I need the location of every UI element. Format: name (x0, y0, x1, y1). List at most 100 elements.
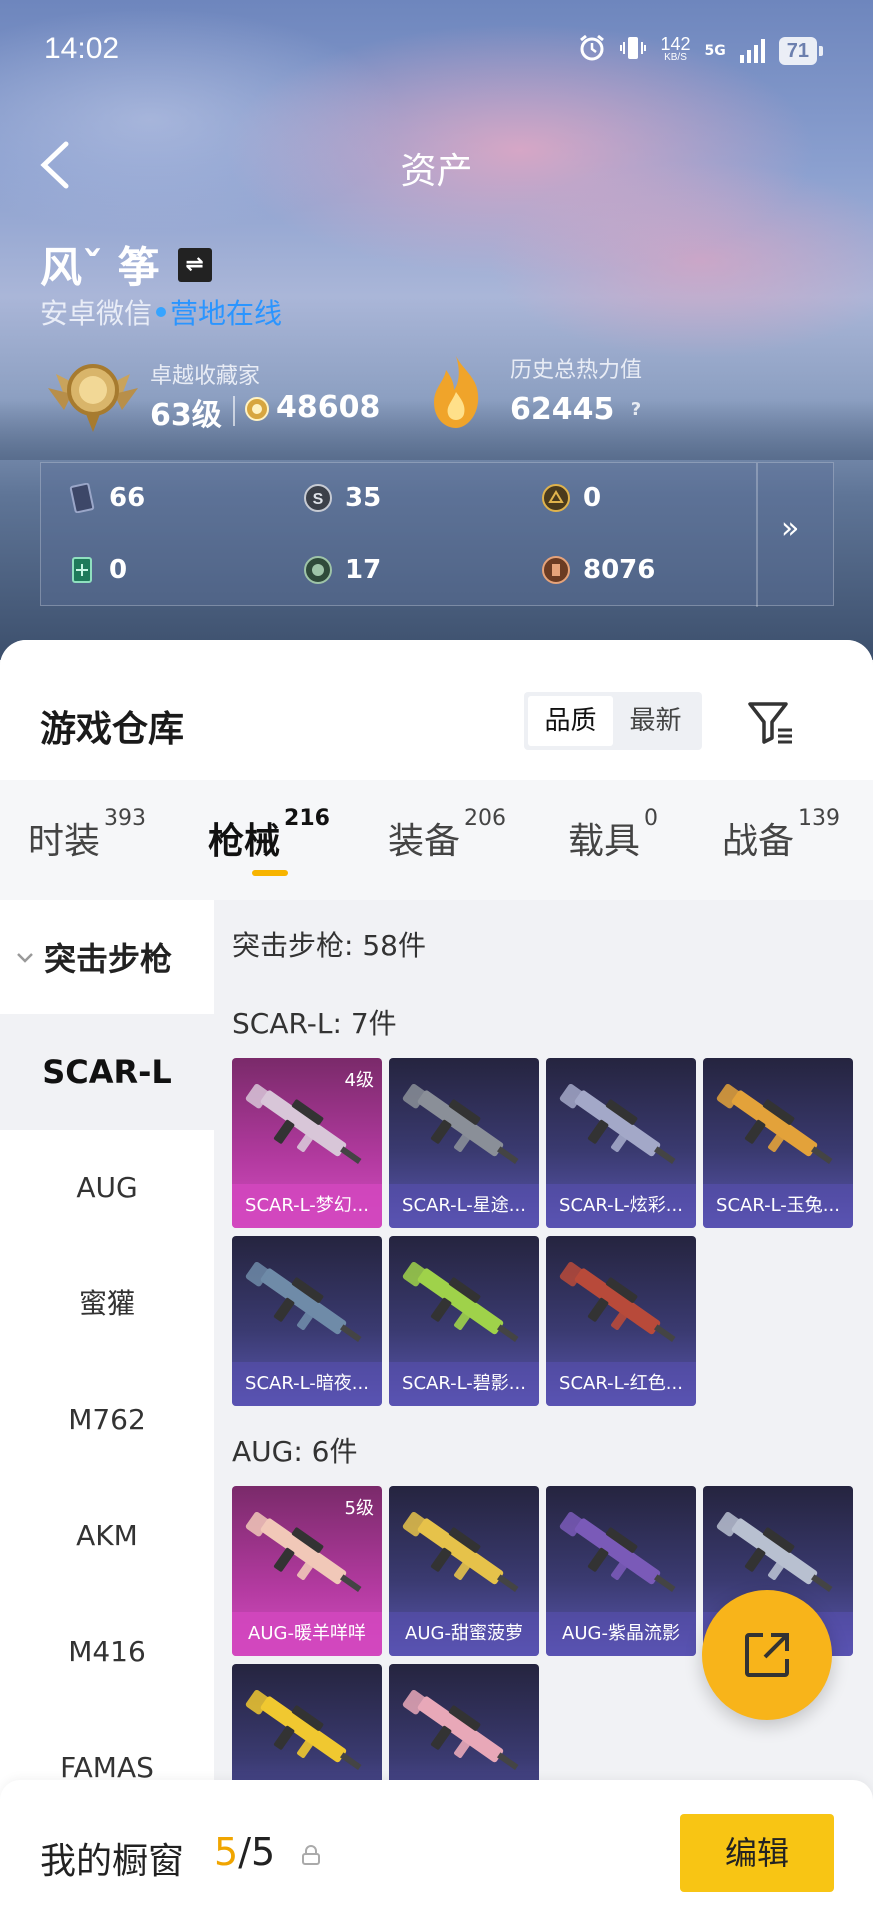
rifle-icon (402, 1512, 519, 1592)
rifle-icon (559, 1262, 676, 1342)
status-bar: 14:02 142 KB/S 5G 71 (0, 0, 873, 100)
item-name: SCAR-L-星途... (389, 1184, 539, 1228)
weapon-card[interactable]: 4级 SCAR-L-梦幻... (232, 1058, 382, 1228)
sidebar-item-aug[interactable]: AUG (0, 1130, 214, 1246)
status-time: 14:02 (44, 32, 120, 65)
online-dot-icon (156, 307, 167, 317)
collector-coins: 48608 (276, 390, 381, 425)
edit-button[interactable]: 编辑 (680, 1814, 834, 1892)
showcase-count: 5/5 (214, 1830, 276, 1874)
lock-icon (302, 1845, 320, 1865)
battery-indicator: 71 (778, 37, 824, 65)
warehouse-title: 游戏仓库 (40, 709, 185, 750)
stat-cards: 66 (67, 483, 145, 513)
chevron-down-icon (17, 953, 33, 963)
showcase-bar: 我的橱窗 5/5 编辑 (0, 1780, 873, 1920)
collector-coin-icon (245, 397, 269, 421)
weapon-card[interactable]: SCAR-L-暗夜... (232, 1236, 382, 1406)
category-header[interactable]: 突击步枪 (14, 934, 172, 980)
weapon-sidebar: 突击步枪 SCAR-L AUG 蜜獾 M762 AKM M416 FAMAS (0, 900, 214, 1920)
sort-quality-button[interactable]: 品质 (528, 696, 613, 746)
rifle-icon (716, 1084, 833, 1164)
rifle-icon (559, 1512, 676, 1592)
silver-coin-icon: S (304, 484, 332, 512)
share-button[interactable] (702, 1590, 832, 1720)
tab-vehicles[interactable]: 载具0 (568, 806, 658, 864)
item-name: SCAR-L-红色... (546, 1362, 696, 1406)
weapon-card[interactable]: AUG-紫晶流影 (546, 1486, 696, 1656)
double-chevron-right-icon[interactable]: » (781, 511, 799, 546)
category-summary: 突击步枪: 58件 (232, 929, 426, 962)
tab-fashion[interactable]: 时装393 (28, 806, 146, 864)
divider (233, 396, 235, 426)
network-speed: 142 KB/S (660, 34, 691, 63)
tab-equipment[interactable]: 装备206 (388, 806, 506, 864)
rifle-icon (245, 1262, 362, 1342)
signal-icon (739, 39, 765, 63)
item-name: AUG-暖羊咩咩 (232, 1612, 382, 1656)
tab-indicator (252, 870, 288, 876)
item-name: SCAR-L-碧影... (389, 1362, 539, 1406)
platform-label: 安卓微信 (40, 297, 153, 330)
sidebar-item-honey-badger[interactable]: 蜜獾 (0, 1246, 214, 1362)
stat-crate: 17 (303, 555, 381, 585)
warehouse-sheet: 游戏仓库 品质 最新 时装393 枪械216 装备206 载具0 战备139 突… (0, 640, 873, 1920)
rifle-icon (402, 1690, 519, 1770)
sidebar-item-m762[interactable]: M762 (0, 1362, 214, 1478)
stat-bronze: 8076 (541, 555, 655, 585)
gold-coin-icon (542, 484, 570, 512)
rifle-icon (559, 1084, 676, 1164)
item-name: SCAR-L-玉兔... (703, 1184, 853, 1228)
vibrate-icon (620, 34, 647, 68)
sidebar-item-scar-l[interactable]: SCAR-L (0, 1014, 214, 1130)
alarm-icon (578, 34, 606, 68)
network-type: 5G (704, 43, 726, 59)
group-title-aug: AUG: 6件 (232, 1435, 358, 1468)
weapon-card[interactable]: 5级 AUG-暖羊咩咩 (232, 1486, 382, 1656)
category-tabs: 时装393 枪械216 装备206 载具0 战备139 (0, 780, 873, 900)
help-icon[interactable]: ? (624, 398, 648, 422)
stat-gold: 0 (541, 483, 601, 513)
item-name: SCAR-L-炫彩... (546, 1184, 696, 1228)
warehouse-header: 游戏仓库 品质 最新 (0, 640, 873, 780)
filter-icon[interactable] (746, 698, 796, 748)
card-icon (69, 483, 95, 513)
heat-value: 62445 (510, 392, 615, 427)
heat-label: 历史总热力值 (510, 358, 643, 383)
collector-title: 卓越收藏家 (150, 364, 261, 389)
showcase-label: 我的橱窗 (40, 1841, 185, 1882)
sidebar-item-m416[interactable]: M416 (0, 1594, 214, 1710)
item-level: 4级 (344, 1070, 374, 1091)
profile-hero: 14:02 142KB/S 5G 71 资产 风ˇ 筝 ⇌ 安卓微信 营地在线 (0, 0, 873, 660)
weapon-card[interactable]: SCAR-L-玉兔... (703, 1058, 853, 1228)
sort-latest-button[interactable]: 最新 (613, 696, 698, 746)
item-name: SCAR-L-暗夜... (232, 1362, 382, 1406)
collector-medal-icon (48, 364, 138, 432)
weapon-card[interactable]: SCAR-L-炫彩... (546, 1058, 696, 1228)
ticket-icon (72, 557, 92, 583)
weapon-grid: 突击步枪: 58件 SCAR-L: 7件 4级 SCAR-L-梦幻... SCAR-… (214, 900, 873, 1920)
weapon-card[interactable]: SCAR-L-碧影... (389, 1236, 539, 1406)
online-status: 营地在线 (170, 297, 283, 330)
switch-account-icon[interactable]: ⇌ (177, 247, 212, 282)
item-name: AUG-紫晶流影 (546, 1612, 696, 1656)
svg-text:S: S (313, 491, 324, 508)
tab-supplies[interactable]: 战备139 (722, 806, 840, 864)
status-icons: 142 KB/S 5G 71 (578, 34, 824, 68)
page-title: 资产 (400, 151, 473, 192)
weapon-card[interactable]: SCAR-L-星途... (389, 1058, 539, 1228)
sidebar-item-akm[interactable]: AKM (0, 1478, 214, 1594)
rifle-icon (402, 1262, 519, 1342)
group-title-scar-l: SCAR-L: 7件 (232, 1007, 397, 1040)
item-name: SCAR-L-梦幻... (232, 1184, 382, 1228)
weapon-card[interactable]: SCAR-L-红色... (546, 1236, 696, 1406)
platform-info: 安卓微信 营地在线 (40, 292, 282, 332)
tab-firearms[interactable]: 枪械216 (208, 806, 330, 864)
share-icon (745, 1633, 789, 1677)
collector-level: 63级 (150, 398, 222, 433)
asset-stats-panel[interactable]: 66 S 35 0 0 17 8076 » (40, 462, 834, 607)
username: 风ˇ 筝 ⇌ (40, 234, 212, 295)
rifle-icon (245, 1690, 362, 1770)
username-text: 风ˇ 筝 (40, 243, 160, 292)
weapon-card[interactable]: AUG-甜蜜菠萝 (389, 1486, 539, 1656)
